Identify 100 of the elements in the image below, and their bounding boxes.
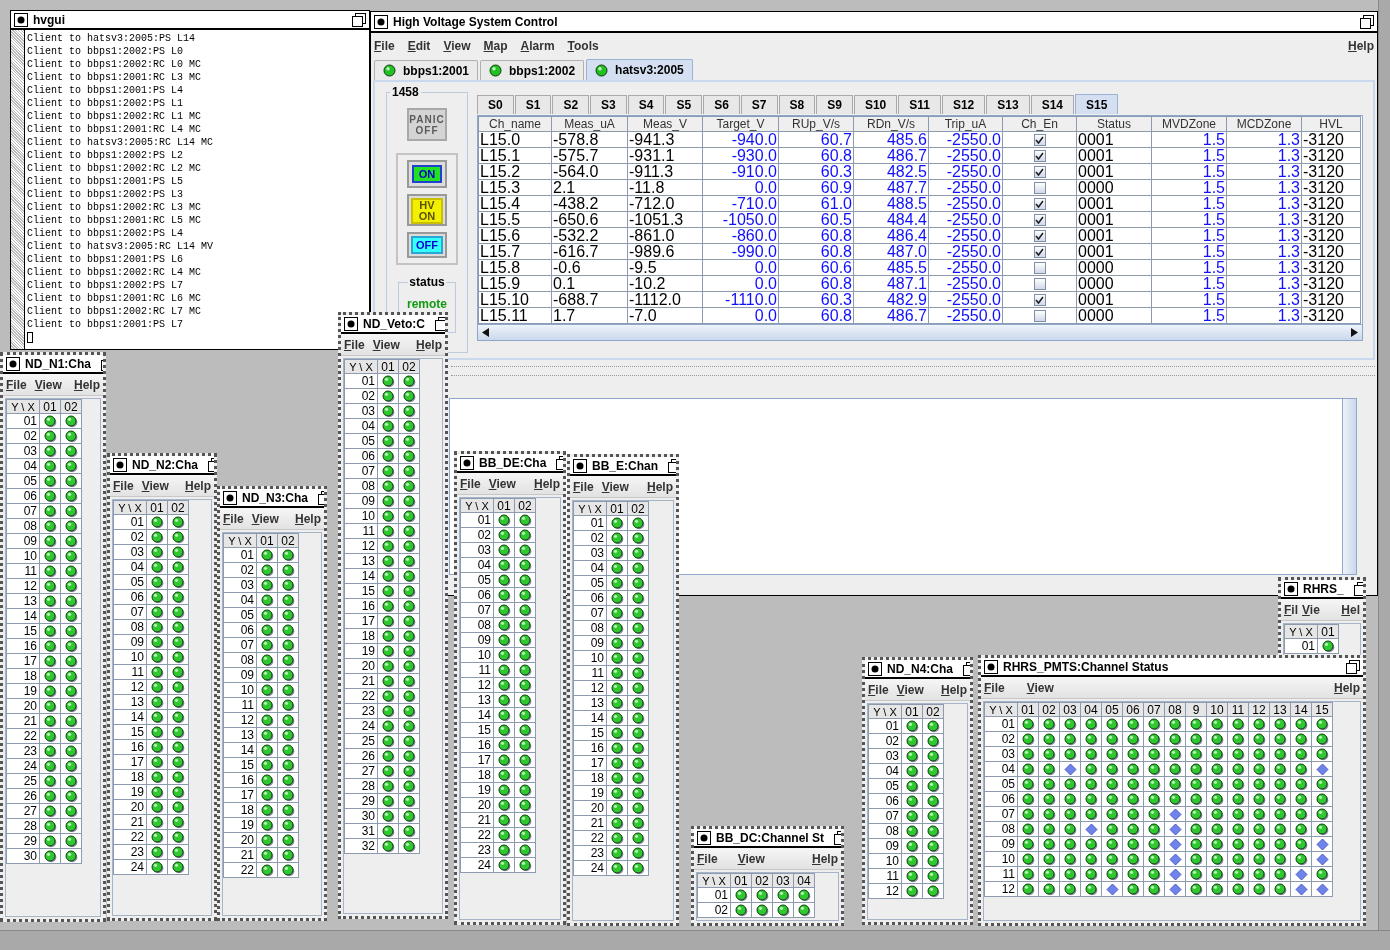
checkbox[interactable]: [1033, 133, 1046, 146]
column-header[interactable]: Y \ X: [223, 533, 257, 548]
column-header[interactable]: Y \ X: [6, 399, 40, 414]
column-header[interactable]: Y \ X: [868, 704, 902, 719]
window-menu-icon[interactable]: [460, 455, 474, 470]
column-header[interactable]: 01: [901, 704, 923, 719]
column-header[interactable]: 01: [1017, 702, 1039, 717]
menu-item[interactable]: Help: [1348, 37, 1374, 55]
menu-item[interactable]: File: [113, 476, 134, 495]
column-header[interactable]: 02: [1038, 702, 1060, 717]
checkbox[interactable]: [1033, 245, 1046, 258]
slot-tab[interactable]: S11: [898, 95, 941, 114]
server-tab[interactable]: bbps1:2002: [480, 60, 585, 80]
menu-item[interactable]: File: [868, 680, 889, 699]
left-arrow-icon[interactable]: [482, 328, 489, 337]
window-menu-icon[interactable]: [1284, 581, 1298, 596]
slot-tab[interactable]: S2: [552, 95, 590, 114]
checkbox[interactable]: [1033, 229, 1046, 242]
menu-item[interactable]: File: [374, 37, 395, 55]
menu-item[interactable]: View: [488, 474, 516, 493]
slot-tab[interactable]: S7: [740, 95, 778, 114]
column-header[interactable]: 02: [751, 873, 773, 888]
column-header[interactable]: 08: [1164, 702, 1186, 717]
server-tab[interactable]: hatsv3:2005: [586, 59, 693, 80]
menu-item[interactable]: Alarm: [520, 37, 555, 55]
column-header[interactable]: Y \ X: [1284, 624, 1318, 639]
column-header[interactable]: 01: [1317, 624, 1339, 639]
window-menu-icon[interactable]: [573, 458, 587, 473]
column-header[interactable]: Y \ X: [697, 873, 731, 888]
menu-item[interactable]: File: [6, 375, 27, 394]
column-header[interactable]: Y \ X: [113, 500, 147, 515]
slot-tab[interactable]: S5: [665, 95, 703, 114]
slot-tab[interactable]: S13: [986, 95, 1030, 114]
vertical-scrollbar[interactable]: [1378, 0, 1390, 930]
menu-item[interactable]: File: [984, 678, 1005, 697]
menu-item[interactable]: Fil: [1284, 600, 1298, 619]
column-header[interactable]: MCDZone: [1226, 116, 1302, 132]
window-menu-icon[interactable]: [113, 457, 127, 472]
slot-tab[interactable]: S8: [778, 95, 816, 114]
column-header[interactable]: Meas_V: [627, 116, 703, 132]
column-header[interactable]: Ch_En: [1002, 116, 1077, 132]
slot-tab[interactable]: S9: [816, 95, 853, 114]
menu-item[interactable]: File: [344, 335, 365, 354]
column-header[interactable]: 14: [1290, 702, 1312, 717]
window-menu-icon[interactable]: [697, 830, 711, 845]
checkbox[interactable]: [1033, 293, 1046, 306]
column-header[interactable]: 02: [277, 533, 299, 548]
menu-item[interactable]: View: [34, 375, 62, 394]
checkbox[interactable]: [1033, 213, 1046, 226]
column-header[interactable]: 15: [1311, 702, 1333, 717]
column-header[interactable]: Y \ X: [344, 359, 378, 374]
slot-tab[interactable]: S6: [703, 95, 740, 114]
column-header[interactable]: 05: [1101, 702, 1123, 717]
slot-tab[interactable]: S1: [514, 95, 552, 114]
window-menu-icon[interactable]: [868, 661, 882, 676]
slot-tab[interactable]: S0: [477, 95, 514, 114]
horizontal-scrollbar[interactable]: [0, 930, 1390, 950]
checkbox[interactable]: [1033, 309, 1046, 322]
column-header[interactable]: RUp_V/s: [778, 116, 854, 132]
window-menu-icon[interactable]: [14, 12, 28, 27]
hv-on-button[interactable]: HV ON: [407, 194, 447, 226]
checkbox[interactable]: [1033, 165, 1046, 178]
off-button[interactable]: OFF: [407, 232, 447, 258]
column-header[interactable]: RDn_V/s: [853, 116, 929, 132]
checkbox[interactable]: [1033, 197, 1046, 210]
on-button[interactable]: ON: [407, 160, 447, 188]
window-menu-icon[interactable]: [6, 356, 20, 371]
column-header[interactable]: 9: [1185, 702, 1207, 717]
menu-item[interactable]: Help: [416, 335, 442, 354]
menu-item[interactable]: Help: [1334, 678, 1360, 697]
column-header[interactable]: 13: [1269, 702, 1291, 717]
menu-item[interactable]: File: [223, 509, 244, 528]
menu-item[interactable]: View: [896, 680, 924, 699]
slot-tab[interactable]: S12: [941, 95, 986, 114]
column-header[interactable]: 07: [1143, 702, 1165, 717]
column-header[interactable]: HVL: [1301, 116, 1361, 132]
menu-item[interactable]: File: [573, 477, 594, 496]
column-header[interactable]: 01: [377, 359, 399, 374]
maximize-icon[interactable]: [352, 12, 366, 27]
slot-tab[interactable]: S10: [853, 95, 898, 114]
maximize-icon[interactable]: [435, 316, 445, 331]
menu-item[interactable]: Help: [295, 509, 321, 528]
menu-item[interactable]: View: [737, 849, 765, 868]
slot-tab[interactable]: S3: [590, 95, 627, 114]
menu-item[interactable]: View: [1026, 678, 1054, 697]
right-arrow-icon[interactable]: [1351, 328, 1358, 337]
vertical-scrollbar[interactable]: [1342, 399, 1356, 574]
column-header[interactable]: 03: [772, 873, 794, 888]
column-header[interactable]: 11: [1227, 702, 1249, 717]
column-header[interactable]: 04: [1080, 702, 1102, 717]
window-menu-icon[interactable]: [223, 490, 237, 505]
menu-item[interactable]: View: [601, 477, 629, 496]
menu-item[interactable]: Hel: [1341, 600, 1360, 619]
menu-item[interactable]: File: [460, 474, 481, 493]
column-header[interactable]: 04: [793, 873, 815, 888]
column-header[interactable]: 01: [256, 533, 278, 548]
column-header[interactable]: MVDZone: [1151, 116, 1227, 132]
checkbox[interactable]: [1033, 261, 1046, 274]
menu-item[interactable]: File: [697, 849, 718, 868]
column-header[interactable]: 03: [1059, 702, 1081, 717]
